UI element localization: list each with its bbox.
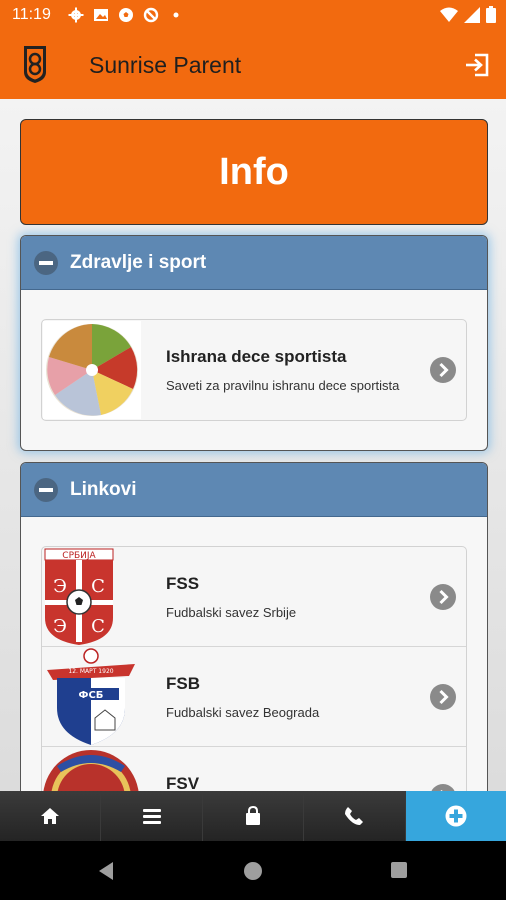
app-title: Sunrise Parent: [89, 52, 242, 78]
list-item-fsb[interactable]: 12. МАРТ 1920 ФСБ FSB Fudbalski savez Be…: [42, 647, 466, 747]
list-item-fsv[interactable]: FSV: [42, 747, 466, 791]
tab-phone[interactable]: [304, 791, 406, 841]
crest-text: ФСБ: [79, 690, 104, 701]
item-title: FSB: [166, 674, 200, 693]
home-circle-icon[interactable]: [243, 861, 263, 881]
chevron-right-icon[interactable]: [430, 357, 456, 383]
plus-icon: [445, 805, 467, 827]
wifi-icon: [440, 7, 458, 22]
chevron-right-icon[interactable]: [430, 584, 456, 610]
image-icon: [94, 9, 108, 21]
logout-icon[interactable]: [464, 52, 490, 78]
back-icon[interactable]: [96, 861, 116, 881]
crest-date: 12. МАРТ 1920: [68, 668, 113, 675]
food-plate-image: [43, 321, 141, 419]
dot-icon: [173, 12, 179, 18]
section-linkovi: Linkovi СРБИЈА Э С Э С FSS Fudbalski sav…: [20, 462, 488, 791]
recents-icon[interactable]: [390, 861, 408, 879]
list-item-fss[interactable]: СРБИЈА Э С Э С FSS Fudbalski savez Srbij…: [42, 547, 466, 647]
signal-icon: [464, 6, 480, 23]
blocked-icon: [143, 7, 159, 23]
collapse-icon[interactable]: [34, 478, 58, 502]
item-subtitle: Fudbalski savez Srbije: [166, 605, 297, 620]
battery-icon: [486, 6, 496, 23]
list-item[interactable]: Ishrana dece sportista Saveti za praviln…: [41, 319, 467, 421]
svg-text:Э: Э: [53, 576, 67, 597]
content-area[interactable]: Info Zdravlje i sport Ishrana dece sport…: [0, 99, 506, 791]
tab-home[interactable]: [0, 791, 102, 841]
section-header[interactable]: Linkovi: [21, 463, 487, 517]
status-bar: 11:19: [0, 0, 506, 30]
section-title: Zdravlje i sport: [70, 252, 207, 273]
status-time: 11:19: [12, 6, 51, 23]
gear-icon: [68, 7, 84, 23]
item-title: FSS: [166, 574, 200, 593]
svg-text:С: С: [91, 616, 105, 637]
bottom-tab-bar: [0, 791, 506, 841]
svg-text:С: С: [91, 576, 105, 597]
section-title: Linkovi: [70, 479, 137, 500]
info-button[interactable]: Info: [20, 119, 488, 225]
tab-shop[interactable]: [202, 791, 305, 841]
chevron-right-icon[interactable]: [430, 784, 456, 791]
item-subtitle: Saveti za pravilnu ishranu dece sportist…: [166, 378, 400, 393]
tab-plus[interactable]: [405, 791, 506, 841]
collapse-icon[interactable]: [34, 251, 58, 275]
fsv-crest-image: [43, 748, 141, 791]
soccer-ball-icon: [119, 8, 133, 22]
svg-text:Э: Э: [53, 616, 67, 637]
fsb-crest-image: 12. МАРТ 1920 ФСБ: [43, 648, 141, 746]
system-nav-bar: [0, 841, 506, 900]
shopping-bag-icon: [246, 806, 261, 825]
status-icons: [68, 5, 184, 25]
item-title: FSV: [166, 774, 200, 791]
list-item-row[interactable]: Ishrana dece sportista Saveti za praviln…: [42, 320, 466, 420]
crest-text: СРБИЈА: [62, 551, 96, 561]
club-logo-icon: [24, 46, 46, 83]
item-subtitle: Fudbalski savez Beograda: [166, 705, 320, 720]
section-zdravlje-i-sport: Zdravlje i sport Ishrana dece sportista …: [20, 235, 488, 451]
status-right-icons: [440, 6, 496, 23]
tab-menu[interactable]: [101, 791, 203, 841]
item-title: Ishrana dece sportista: [166, 347, 347, 366]
section-header[interactable]: Zdravlje i sport: [21, 236, 487, 290]
home-icon: [41, 808, 60, 824]
links-list: СРБИЈА Э С Э С FSS Fudbalski savez Srbij…: [41, 546, 467, 791]
fss-crest-image: СРБИЈА Э С Э С: [43, 548, 141, 646]
phone-icon: [345, 807, 364, 825]
chevron-right-icon[interactable]: [430, 684, 456, 710]
app-bar: Sunrise Parent: [0, 30, 506, 99]
menu-icon: [142, 809, 161, 824]
